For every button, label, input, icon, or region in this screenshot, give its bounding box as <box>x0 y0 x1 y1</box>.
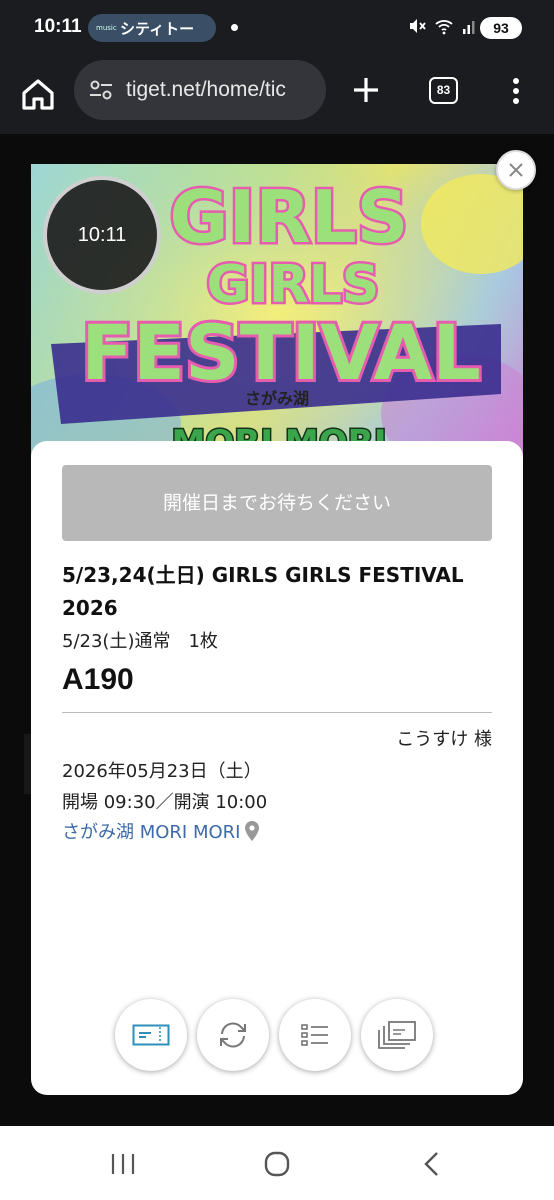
wifi-icon <box>435 20 453 35</box>
seat-number: A190 <box>62 663 134 696</box>
close-button[interactable] <box>496 150 536 190</box>
ticket-actions <box>115 999 433 1071</box>
floating-clock-time: 10:11 <box>77 223 127 246</box>
plus-icon[interactable] <box>350 74 382 106</box>
browser-toolbar: tiget.net/home/tic 83 <box>0 56 554 134</box>
ticket-icon <box>132 1024 170 1046</box>
menu-dots-icon[interactable] <box>506 76 526 106</box>
venue-small-text: さがみ湖 <box>245 389 309 408</box>
url-text: tiget.net/home/tic <box>126 78 286 101</box>
mute-icon <box>410 19 426 33</box>
venue-name[interactable]: さがみ湖 MORI MORI <box>62 818 240 844</box>
status-time: 10:11 <box>34 16 82 37</box>
divider <box>62 712 492 713</box>
home-icon[interactable] <box>18 75 58 115</box>
tickets-stack-icon <box>378 1021 416 1049</box>
festival-title-line-1: GIRLS <box>169 175 408 259</box>
media-notification-text: シティトー <box>120 19 195 38</box>
map-pin-icon[interactable] <box>244 820 260 842</box>
status-bar: 10:11 music シティトー 93 <box>0 0 554 56</box>
wait-until-event-button: 開催日までお待ちください <box>62 465 492 541</box>
home-nav-icon[interactable] <box>263 1150 291 1178</box>
recent-apps-icon[interactable] <box>110 1152 136 1176</box>
battery-indicator: 93 <box>480 17 522 39</box>
ticket-card: 開催日までお待ちください 5/23,24(土日) GIRLS GIRLS FES… <box>31 441 523 1095</box>
ticket-view-button[interactable] <box>115 999 187 1071</box>
festival-title-line-2: GIRLS <box>207 255 380 315</box>
status-icons <box>408 17 478 35</box>
media-notification-pill[interactable]: music シティトー <box>88 14 216 42</box>
refresh-icon <box>220 1022 246 1048</box>
event-date: 2026年05月23日（土） <box>62 761 262 782</box>
festival-title-line-3: FESTIVAL <box>81 308 481 397</box>
notification-dot <box>231 24 238 31</box>
back-icon[interactable] <box>421 1150 443 1178</box>
url-bar[interactable]: tiget.net/home/tic <box>74 60 326 120</box>
close-icon <box>509 163 523 177</box>
details-list-button[interactable] <box>279 999 351 1071</box>
event-times: 開場 09:30／開演 10:00 <box>62 792 268 813</box>
signal-icon <box>463 21 475 34</box>
floating-clock-overlay[interactable]: 10:11 <box>43 176 161 294</box>
music-app-label: music <box>96 24 117 32</box>
list-icon <box>301 1024 328 1046</box>
ticket-list-button[interactable] <box>361 999 433 1071</box>
venue-link[interactable]: さがみ湖 MORI MORI <box>62 818 260 844</box>
refresh-button[interactable] <box>197 999 269 1071</box>
tune-icon[interactable] <box>88 77 114 103</box>
ticket-holder: こうすけ 様 <box>396 729 492 750</box>
system-nav-bar <box>0 1126 554 1200</box>
event-title: 5/23,24(土日) GIRLS GIRLS FESTIVAL 2026 <box>62 563 464 620</box>
ticket-type: 5/23(土)通常 1枚 <box>62 631 218 652</box>
tab-count-button[interactable]: 83 <box>429 77 458 104</box>
